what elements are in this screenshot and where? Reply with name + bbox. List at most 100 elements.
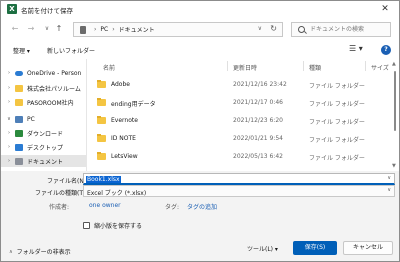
sidebar-item-company[interactable]: › 株式会社パソルーム (1, 82, 86, 94)
sidebar-item-desktop[interactable]: › デスクトップ (1, 141, 86, 153)
filename-value[interactable]: Book1.xlsx (86, 176, 121, 183)
column-header-size[interactable]: サイズ (371, 63, 389, 72)
save-thumbnail-label: 縮小版を保存する (94, 223, 143, 230)
column-header-name[interactable]: 名前 (103, 63, 115, 72)
sidebar-item-pc[interactable]: ∨ PC (1, 113, 86, 125)
save-thumbnail-option[interactable]: 縮小版を保存する (83, 221, 142, 230)
desktop-icon (15, 143, 23, 151)
sidebar-item-pasoroom[interactable]: › PASOROOM社内 (1, 96, 86, 108)
navigation-bar: ← → ∨ ↑ › PC › ドキュメント ∨ ↻ (1, 18, 399, 42)
sidebar-item-downloads[interactable]: › ダウンロード (1, 127, 86, 139)
expand-chevron-icon[interactable]: › (5, 144, 13, 150)
new-folder-button[interactable]: 新しいフォルダー (47, 46, 95, 55)
pc-icon (15, 115, 23, 123)
address-dropdown-icon[interactable]: ∨ (258, 25, 262, 32)
vertical-scrollbar[interactable]: ▲ ▼ (391, 59, 399, 171)
file-type: ファイル フォルダー (309, 137, 365, 144)
file-date: 2021/12/16 23:42 (233, 81, 287, 88)
sidebar-item-label: ドキュメント (27, 158, 64, 166)
expand-chevron-icon[interactable]: › (5, 158, 13, 164)
folder-icon (97, 98, 106, 106)
forward-arrow-icon[interactable]: → (25, 23, 37, 35)
chevron-down-icon[interactable]: ∨ (387, 187, 391, 193)
tools-button[interactable]: ツール(L) ▾ (247, 244, 278, 253)
save-form: ファイル名(N): Book1.xlsx ∨ ファイルの種類(T): Excel… (1, 171, 399, 243)
recent-locations-chevron-icon[interactable]: ∨ (41, 23, 53, 35)
sidebar-item-label: デスクトップ (27, 144, 64, 152)
download-icon (15, 129, 23, 137)
file-date: 2021/12/23 6:20 (233, 117, 283, 124)
file-row[interactable]: ID NOTE 2022/01/21 9:54 ファイル フォルダー (89, 130, 389, 148)
author-label: 作成者: (49, 204, 70, 211)
expand-chevron-icon[interactable]: › (5, 99, 13, 105)
author-value[interactable]: one owner (89, 202, 121, 209)
view-options-icon[interactable]: ☰ ▾ (349, 44, 363, 53)
sidebar-item-onedrive[interactable]: › OneDrive - Person (1, 67, 86, 79)
breadcrumb-pc[interactable]: PC (100, 26, 108, 33)
folder-icon (97, 152, 106, 160)
scroll-up-icon[interactable]: ▲ (392, 61, 396, 67)
command-bar: 整理 ▾ 新しいフォルダー ☰ ▾ ? (1, 42, 399, 59)
excel-app-icon: X (7, 4, 17, 14)
sidebar-item-label: PASOROOM社内 (27, 99, 74, 107)
save-thumbnail-checkbox[interactable] (83, 222, 90, 229)
expand-chevron-icon[interactable]: › (5, 70, 13, 76)
file-name: Adobe (111, 81, 130, 88)
file-type: ファイル フォルダー (309, 101, 365, 108)
hide-folders-label: フォルダーの非表示 (16, 249, 71, 256)
refresh-icon[interactable]: ↻ (270, 24, 277, 33)
add-tag-link[interactable]: タグの追加 (187, 202, 217, 211)
filename-field[interactable]: Book1.xlsx ∨ (83, 173, 395, 185)
chevron-up-icon: ∧ (9, 248, 13, 255)
back-arrow-icon[interactable]: ← (9, 23, 21, 35)
folder-icon (97, 80, 106, 88)
column-divider[interactable] (303, 61, 304, 71)
file-date: 2021/12/17 0:46 (233, 99, 283, 106)
search-input[interactable] (310, 24, 388, 35)
file-date: 2022/01/21 9:54 (233, 135, 283, 142)
close-button[interactable]: ✕ (379, 3, 391, 15)
column-header-date[interactable]: 更新日時 (233, 63, 257, 72)
documents-icon (15, 157, 23, 165)
save-as-dialog: X 名前を付けて保存 ✕ ← → ∨ ↑ › PC › ドキュメント ∨ ↻ 整… (0, 0, 400, 262)
expand-chevron-icon[interactable]: › (5, 130, 13, 136)
sidebar-item-label: OneDrive - Person (27, 69, 82, 77)
search-icon (298, 26, 305, 33)
folder-icon (97, 134, 106, 142)
collapse-chevron-icon[interactable]: ∨ (5, 116, 13, 122)
sidebar-item-label: PC (27, 115, 35, 123)
file-row[interactable]: ending用データ 2021/12/17 0:46 ファイル フォルダー (89, 94, 389, 112)
hide-folders-button[interactable]: ∧ フォルダーの非表示 (9, 247, 71, 257)
file-name: LetsView (111, 153, 138, 160)
organize-button[interactable]: 整理 ▾ (13, 46, 30, 55)
navigation-pane: › OneDrive - Person › 株式会社パソルーム › PASORO… (1, 59, 87, 171)
sidebar-item-label: ダウンロード (27, 130, 64, 138)
scroll-down-icon[interactable]: ▼ (392, 163, 396, 169)
save-button[interactable]: 保存(S) (293, 241, 337, 255)
title-bar: X 名前を付けて保存 ✕ (1, 1, 399, 18)
column-divider[interactable] (227, 61, 228, 71)
column-header-type[interactable]: 種類 (309, 63, 321, 72)
up-arrow-icon[interactable]: ↑ (53, 23, 65, 35)
file-date: 2022/05/13 6:42 (233, 153, 283, 160)
file-row[interactable]: Adobe 2021/12/16 23:42 ファイル フォルダー (89, 76, 389, 94)
folder-icon (15, 98, 23, 106)
column-divider[interactable] (365, 61, 366, 71)
filetype-select[interactable]: Excel ブック (*.xlsx) ∨ (83, 185, 395, 197)
folder-icon (15, 84, 23, 92)
sidebar-item-documents[interactable]: › ドキュメント (1, 155, 86, 167)
breadcrumb-documents[interactable]: ドキュメント (119, 25, 155, 34)
breadcrumb-separator: › (112, 26, 115, 33)
expand-chevron-icon[interactable]: › (5, 85, 13, 91)
dialog-footer: ∧ フォルダーの非表示 ツール(L) ▾ 保存(S) キャンセル (1, 237, 399, 261)
file-type: ファイル フォルダー (309, 155, 365, 162)
file-row[interactable]: Evernote 2021/12/23 6:20 ファイル フォルダー (89, 112, 389, 130)
file-name: ending用データ (111, 101, 156, 108)
chevron-down-icon[interactable]: ∨ (387, 175, 391, 181)
window-title: 名前を付けて保存 (21, 7, 73, 15)
cancel-button[interactable]: キャンセル (343, 241, 393, 255)
address-bar[interactable]: › PC › ドキュメント ∨ ↻ (73, 22, 283, 37)
file-row[interactable]: LetsView 2022/05/13 6:42 ファイル フォルダー (89, 148, 389, 166)
scroll-thumb[interactable] (394, 71, 396, 131)
help-icon[interactable]: ? (381, 45, 391, 55)
